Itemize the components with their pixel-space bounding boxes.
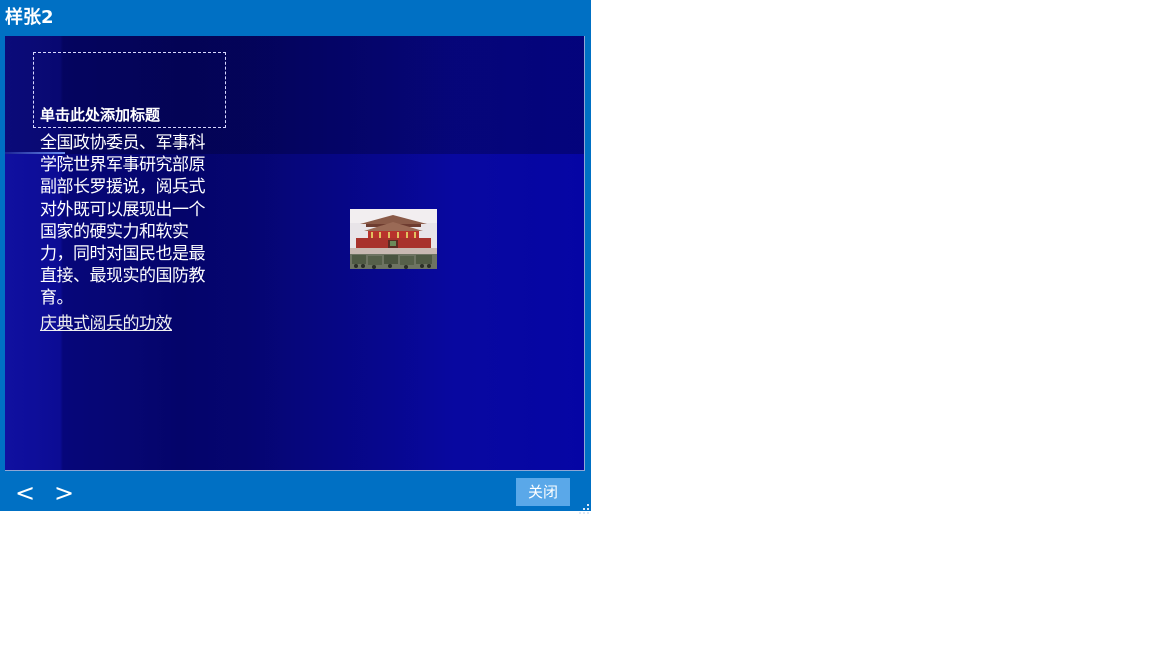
title-placeholder[interactable]: 单击此处添加标题 <box>33 52 226 128</box>
next-slide-button[interactable]: > <box>51 479 77 507</box>
resize-grip-icon[interactable] <box>579 499 589 514</box>
window-title: 样张2 <box>5 7 54 28</box>
slide-link[interactable]: 庆典式阅兵的功效 <box>40 313 173 335</box>
title-bar: 样张2 <box>0 0 591 36</box>
title-placeholder-text: 单击此处添加标题 <box>40 106 161 124</box>
control-bar: < > 关闭 <box>0 472 591 514</box>
slide-area: 单击此处添加标题 全国政协委员、军事科学院世界军事研究部原副部长罗援说，阅兵式对… <box>5 36 585 471</box>
tiananmen-parade-photo <box>350 209 437 269</box>
slide-body-text: 全国政协委员、军事科学院世界军事研究部原副部长罗援说，阅兵式对外既可以展现出一个… <box>40 133 206 309</box>
previous-slide-button[interactable]: < <box>12 479 38 507</box>
close-button[interactable]: 关闭 <box>516 478 570 506</box>
slideshow-window: 样张2 单击此处添加标题 全国政协委员、军事科学院世界军事研究部原副部长罗援说，… <box>0 0 591 514</box>
